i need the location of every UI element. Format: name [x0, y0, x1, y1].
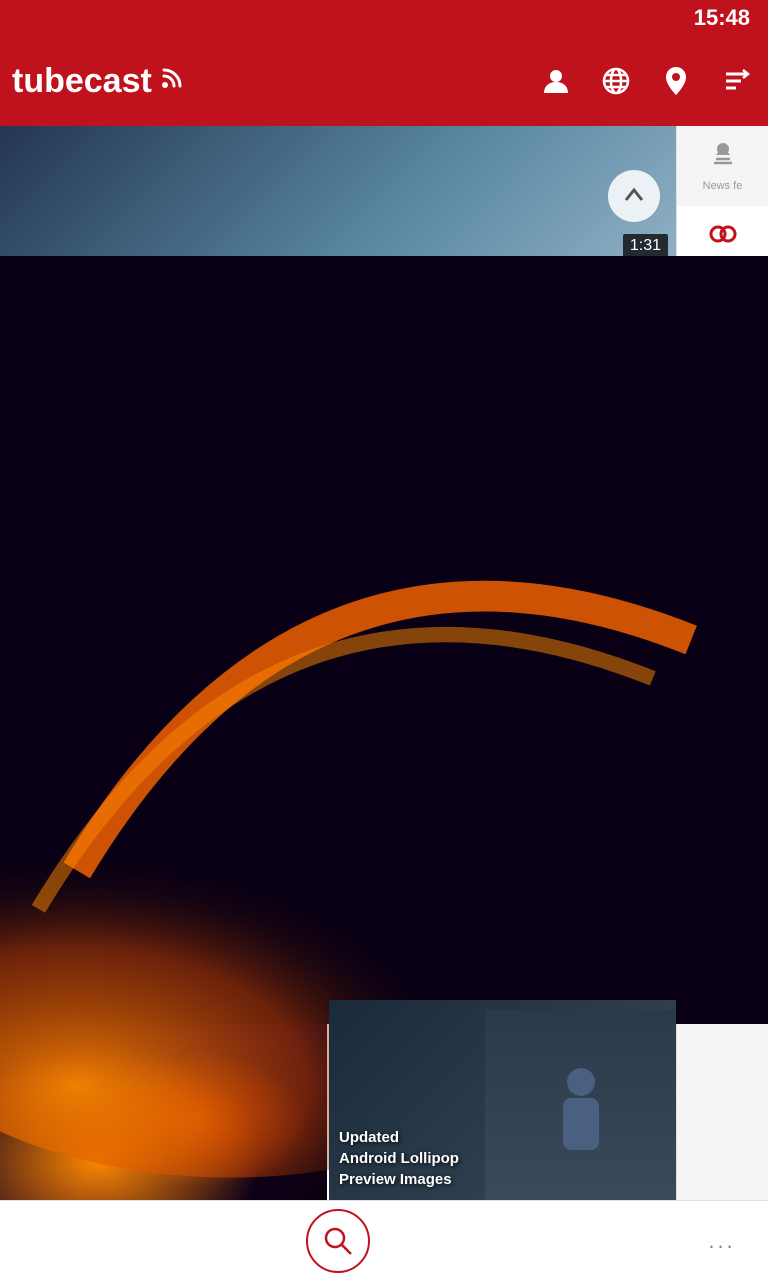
- content-area: 1:31 The West Wing 1x5 - President Bartl…: [0, 126, 676, 1280]
- main-layout: 1:31 The West Wing 1x5 - President Bartl…: [0, 126, 768, 1280]
- pf-abstract-art: [0, 1000, 327, 1200]
- search-button[interactable]: [306, 1209, 370, 1273]
- pf-thumb-right-text: UpdatedAndroid LollipopPreview Images: [339, 1127, 459, 1190]
- pf-thumb-right: UpdatedAndroid LollipopPreview Images: [329, 1000, 676, 1200]
- more-button[interactable]: ...: [708, 1228, 735, 1254]
- dual-thumbnails-pf: UpdatedAndroid LollipopPreview Images: [0, 1000, 676, 1200]
- pf-thumb-left: [0, 1000, 327, 1200]
- video-card-pink-floyd[interactable]: Pink floyd: [0, 926, 676, 1216]
- bottom-bar: [0, 1200, 676, 1280]
- bottom-right-bar: ...: [676, 1200, 768, 1280]
